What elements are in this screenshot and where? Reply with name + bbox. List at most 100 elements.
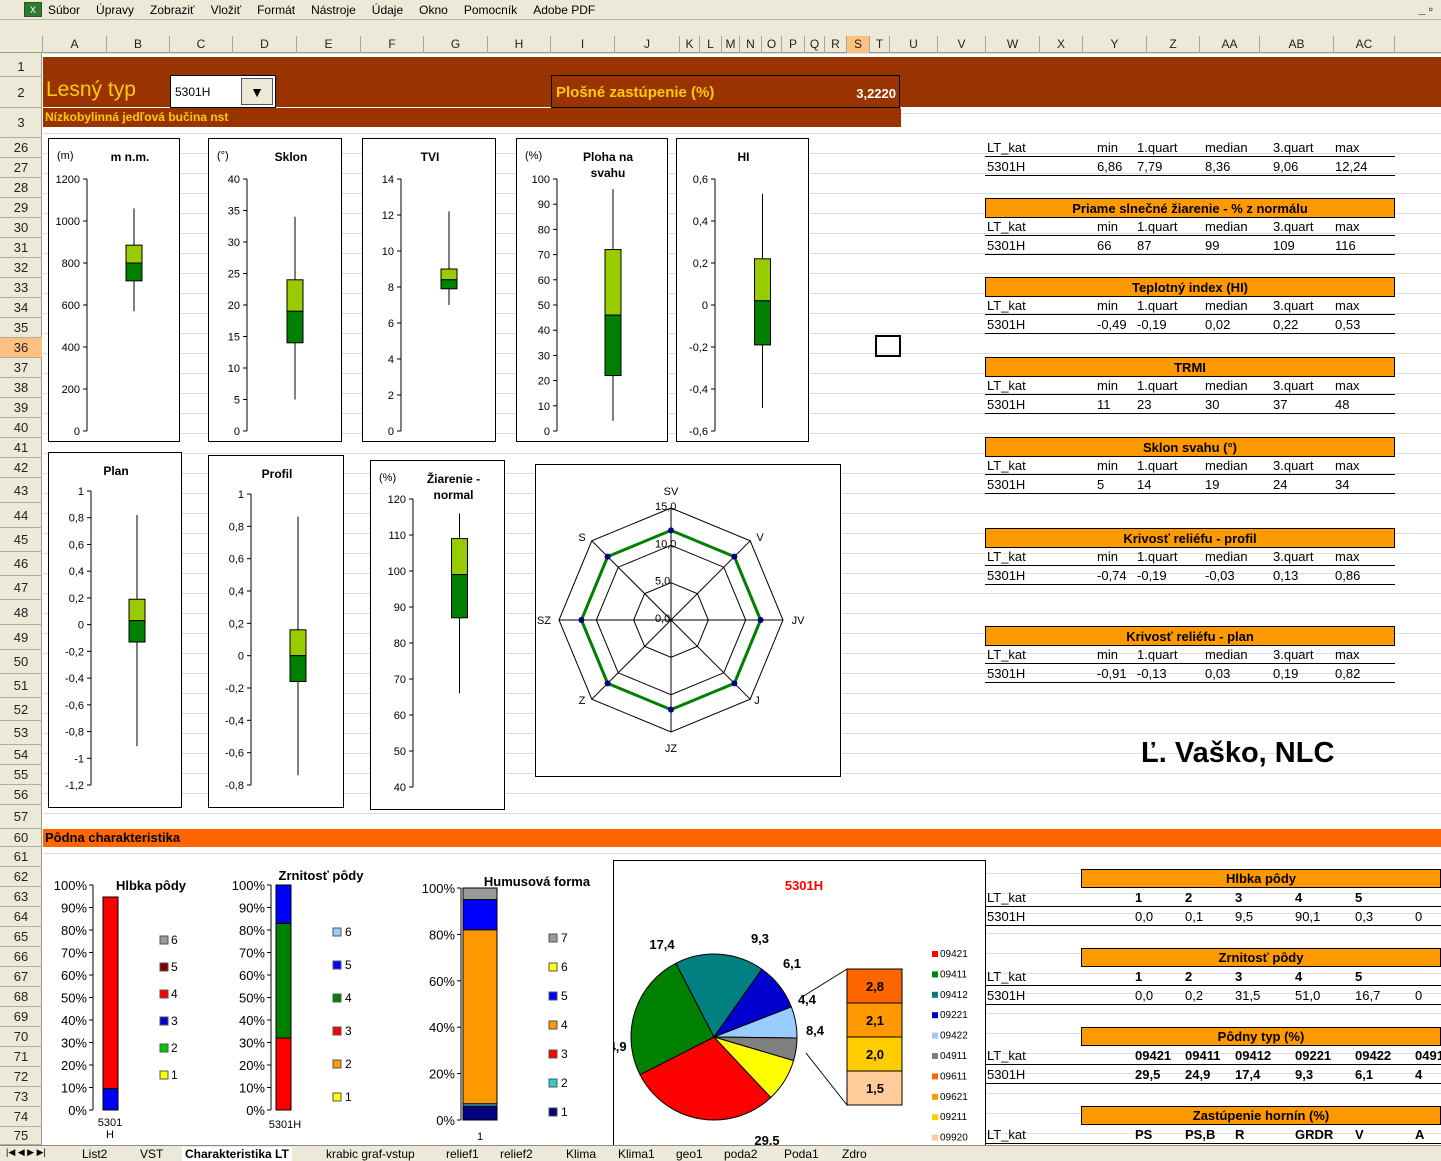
row-header-29[interactable]: 29: [0, 198, 42, 218]
row-header-72[interactable]: 72: [0, 1067, 42, 1087]
row-header-42[interactable]: 42: [0, 458, 42, 478]
row-header-46[interactable]: 46: [0, 552, 42, 576]
boxplot-chart[interactable]: Ploha na svahu (%) 100 90 80 70 60 50 40 30 20 10 0: [516, 138, 668, 442]
row-header-61[interactable]: 61: [0, 847, 42, 867]
sheet-tab[interactable]: VST: [140, 1147, 163, 1161]
column-header-h[interactable]: H: [488, 36, 551, 53]
row-header-26[interactable]: 26: [0, 138, 42, 158]
boxplot-chart[interactable]: Sklon (°) 40 35 30 25 20 15 10 5 0: [208, 138, 342, 442]
column-header-y[interactable]: Y: [1083, 36, 1147, 53]
row-header-1[interactable]: 1: [0, 57, 42, 77]
column-header-z[interactable]: Z: [1147, 36, 1200, 53]
menu-upravy[interactable]: Úpravy: [96, 3, 134, 17]
row-header-60[interactable]: 60: [0, 829, 42, 847]
column-header-e[interactable]: E: [297, 36, 361, 53]
menu-format[interactable]: Formát: [257, 3, 295, 17]
column-header-d[interactable]: D: [233, 36, 297, 53]
row-header-75[interactable]: 75: [0, 1127, 42, 1145]
sheet-tab[interactable]: Zdro: [842, 1147, 867, 1161]
row-header-54[interactable]: 54: [0, 745, 42, 765]
column-header-w[interactable]: W: [986, 36, 1040, 53]
row-header-53[interactable]: 53: [0, 721, 42, 745]
boxplot-chart[interactable]: HI 0,6 0,4 0,2 0 -0,2 -0,4 -0,6: [676, 138, 809, 442]
column-header-j[interactable]: J: [615, 36, 680, 53]
selected-cell[interactable]: [875, 335, 901, 357]
column-header-u[interactable]: U: [890, 36, 938, 53]
row-header-41[interactable]: 41: [0, 438, 42, 458]
column-header-o[interactable]: O: [762, 36, 782, 53]
column-header-a[interactable]: A: [43, 36, 107, 53]
row-header-32[interactable]: 32: [0, 258, 42, 278]
row-header-44[interactable]: 44: [0, 503, 42, 528]
row-header-48[interactable]: 48: [0, 600, 42, 625]
sheet-tab[interactable]: relief2: [500, 1147, 533, 1161]
menu-zobrazit[interactable]: Zobraziť: [150, 3, 195, 17]
sheet-tab[interactable]: poda2: [724, 1147, 757, 1161]
row-header-3[interactable]: 3: [0, 108, 42, 138]
column-header-i[interactable]: I: [551, 36, 615, 53]
menu-udaje[interactable]: Údaje: [372, 3, 403, 17]
row-header-40[interactable]: 40: [0, 418, 42, 438]
row-header-56[interactable]: 56: [0, 785, 42, 805]
sheet-tab[interactable]: Klima1: [618, 1147, 655, 1161]
row-header-50[interactable]: 50: [0, 650, 42, 674]
row-header-27[interactable]: 27: [0, 158, 42, 178]
menu-okno[interactable]: Okno: [419, 3, 448, 17]
row-header-62[interactable]: 62: [0, 867, 42, 887]
column-header-p[interactable]: P: [782, 36, 805, 53]
sheet-tab[interactable]: relief1: [446, 1147, 479, 1161]
row-header-63[interactable]: 63: [0, 887, 42, 907]
column-header-f[interactable]: F: [361, 36, 424, 53]
column-header-x[interactable]: X: [1040, 36, 1083, 53]
tab-nav-icon[interactable]: |◀ ◀ ▶ ▶|: [6, 1147, 46, 1158]
row-header-68[interactable]: 68: [0, 987, 42, 1007]
sheet-tab[interactable]: Charakteristika LT: [182, 1147, 292, 1161]
excel-icon[interactable]: X: [24, 2, 42, 17]
menu-vlozit[interactable]: Vložiť: [211, 3, 242, 17]
row-header-36[interactable]: 36: [0, 338, 42, 358]
column-header-l[interactable]: L: [700, 36, 722, 53]
column-header-v[interactable]: V: [938, 36, 986, 53]
row-header-69[interactable]: 69: [0, 1007, 42, 1027]
column-header-ac[interactable]: AC: [1334, 36, 1395, 53]
pie-chart[interactable]: 5301H29,524,917,49,36,14,48,42,82,12,01,…: [601, 860, 986, 1148]
sheet-tab[interactable]: List2: [82, 1147, 107, 1161]
column-header-b[interactable]: B: [107, 36, 170, 53]
boxplot-chart[interactable]: m n.m. (m) 1200 1000 800 600 400 200 0: [48, 138, 180, 442]
row-header-67[interactable]: 67: [0, 967, 42, 987]
row-header-31[interactable]: 31: [0, 238, 42, 258]
row-header-28[interactable]: 28: [0, 178, 42, 198]
row-header-33[interactable]: 33: [0, 278, 42, 298]
column-header-g[interactable]: G: [424, 36, 488, 53]
column-header-n[interactable]: N: [740, 36, 762, 53]
row-header-38[interactable]: 38: [0, 378, 42, 398]
boxplot-chart[interactable]: Žiarenie - normal (%) 120 110 100 90 80 70 60 50 40: [370, 460, 505, 810]
column-header-aa[interactable]: AA: [1200, 36, 1260, 53]
sheet-tab[interactable]: Poda1: [784, 1147, 819, 1161]
row-header-74[interactable]: 74: [0, 1107, 42, 1127]
column-header-r[interactable]: R: [825, 36, 847, 53]
row-header-70[interactable]: 70: [0, 1027, 42, 1047]
boxplot-chart[interactable]: Profil 1 0,8 0,6 0,4 0,2 0 -0,2 -0,4 -0,6 -0,8: [208, 455, 344, 808]
row-header-65[interactable]: 65: [0, 927, 42, 947]
row-header-64[interactable]: 64: [0, 907, 42, 927]
row-header-73[interactable]: 73: [0, 1087, 42, 1107]
row-header-49[interactable]: 49: [0, 625, 42, 650]
column-header-s[interactable]: S: [847, 36, 870, 53]
window-controls-icon[interactable]: _ ▫: [1419, 2, 1433, 16]
sheet-tab[interactable]: krabic graf-vstup: [326, 1147, 415, 1161]
row-header-47[interactable]: 47: [0, 576, 42, 600]
sheet-tab[interactable]: geo1: [676, 1147, 703, 1161]
row-header-39[interactable]: 39: [0, 398, 42, 418]
lesny-typ-dropdown[interactable]: 5301H ▼: [170, 75, 276, 108]
menu-nastroje[interactable]: Nástroje: [311, 3, 356, 17]
row-header-45[interactable]: 45: [0, 528, 42, 552]
row-header-71[interactable]: 71: [0, 1047, 42, 1067]
radar-chart[interactable]: 15,0 10,0 5,0 0,0 SV V JV J JZ Z SZ S: [535, 464, 841, 777]
boxplot-chart[interactable]: TVI 14 12 10 8 6 4 2 0: [362, 138, 496, 442]
row-header-66[interactable]: 66: [0, 947, 42, 967]
row-header-37[interactable]: 37: [0, 358, 42, 378]
boxplot-chart[interactable]: Plan 1 0,8 0,6 0,4 0,2 0 -0,2 -0,4 -0,6 -0,8 -1 -1,2: [48, 452, 182, 808]
row-header-55[interactable]: 55: [0, 765, 42, 785]
menu-adobe-pdf[interactable]: Adobe PDF: [533, 3, 595, 17]
